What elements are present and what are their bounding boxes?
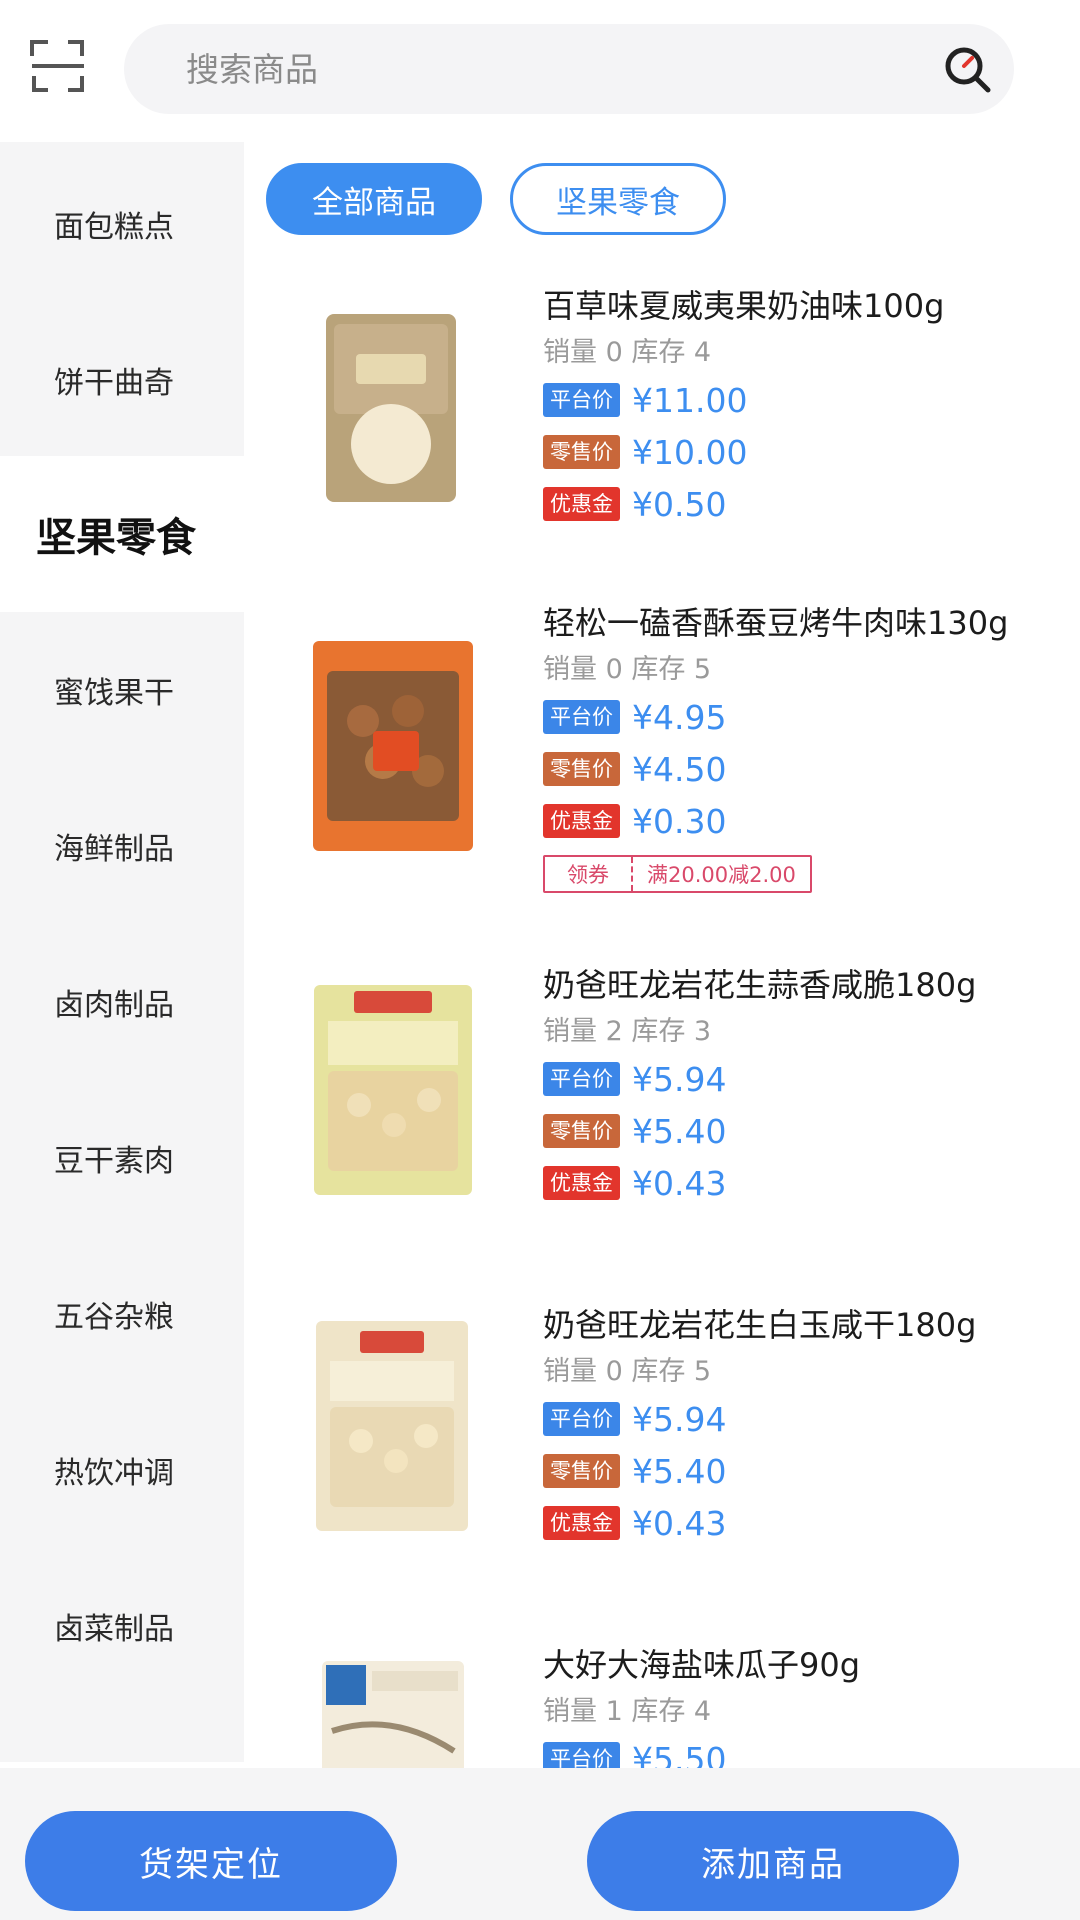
product-sales-stock: 销量 0 库存 5 [543,1356,712,1387]
platform-price-row: 平台价 ¥5.50 [543,1733,1080,1768]
product-image [313,641,473,851]
product-name: 轻松一磕香酥蚕豆烤牛肉味130g [543,604,1009,642]
product-sales-stock: 销量 1 库存 4 [543,1696,712,1727]
retail-price-row: 零售价 ¥5.40 [543,1105,1080,1157]
retail-price: ¥5.40 [632,1451,727,1491]
platform-price: ¥5.50 [632,1739,727,1769]
retail-price: ¥10.00 [632,432,748,472]
platform-price-row: 平台价 ¥5.94 [543,1053,1080,1105]
discount-tag: 优惠金 [543,1506,620,1540]
product-sales-stock: 销量 2 库存 3 [543,1016,712,1047]
sidebar-item-hot-drinks[interactable]: 热饮冲调 [0,1392,244,1548]
discount-row: 优惠金 ¥0.43 [543,1157,1080,1209]
retail-price-row: 零售价 ¥5.40 [543,1445,1080,1497]
product-image [322,1661,464,1768]
product-card[interactable]: 大好大海盐味瓜子90g 销量 1 库存 4 平台价 ¥5.50 [260,1643,1080,1768]
retail-price-row: 零售价 ¥4.50 [543,743,1080,795]
discount-amount: ¥0.43 [632,1503,727,1543]
platform-price-tag: 平台价 [543,383,620,417]
discount-amount: ¥0.50 [632,484,727,524]
retail-price-tag: 零售价 [543,1454,620,1488]
search-input[interactable] [186,24,886,114]
product-sales-stock: 销量 0 库存 4 [543,337,712,368]
sidebar-item-nuts[interactable]: 坚果零食 [0,456,244,612]
tab-all-products[interactable]: 全部商品 [266,163,482,235]
platform-price: ¥4.95 [632,697,727,737]
product-card[interactable]: 奶爸旺龙岩花生白玉咸干180g 销量 0 库存 5 平台价 ¥5.94 零售价 ¥5… [260,1303,1080,1583]
discount-tag: 优惠金 [543,487,620,521]
search-icon[interactable] [942,44,992,94]
retail-price-tag: 零售价 [543,435,620,469]
retail-price-tag: 零售价 [543,1114,620,1148]
discount-row: 优惠金 ¥0.50 [543,478,1080,530]
sidebar-item-tofu[interactable]: 豆干素肉 [0,1080,244,1236]
discount-tag: 优惠金 [543,1166,620,1200]
product-card[interactable]: 奶爸旺龙岩花生蒜香咸脆180g 销量 2 库存 3 平台价 ¥5.94 零售价 ¥5… [260,963,1080,1243]
sidebar-item-grains[interactable]: 五谷杂粮 [0,1236,244,1392]
sidebar-item-braised-meat[interactable]: 卤肉制品 [0,924,244,1080]
platform-price-row: 平台价 ¥4.95 [543,691,1080,743]
platform-price-tag: 平台价 [543,1062,620,1096]
retail-price-tag: 零售价 [543,752,620,786]
platform-price: ¥5.94 [632,1399,727,1439]
platform-price: ¥5.94 [632,1059,727,1099]
discount-amount: ¥0.30 [632,801,727,841]
product-card[interactable]: 百草味夏威夷果奶油味100g 销量 0 库存 4 平台价 ¥11.00 零售价 ¥1… [260,284,1080,564]
coupon-terms: 满20.00减2.00 [647,863,796,887]
category-sidebar: 面包糕点 饼干曲奇 坚果零食 蜜饯果干 海鲜制品 卤肉制品 豆干素肉 五谷杂粮 … [0,142,244,1762]
product-card[interactable]: 轻松一磕香酥蚕豆烤牛肉味130g 销量 0 库存 5 平台价 ¥4.95 零售价 ¥… [260,601,1080,901]
coupon-claim[interactable]: 领券 [545,857,633,891]
platform-price-row: 平台价 ¥11.00 [543,374,1080,426]
product-image [314,985,472,1195]
platform-price-tag: 平台价 [543,1742,620,1768]
product-name: 奶爸旺龙岩花生白玉咸干180g [543,1306,977,1344]
search-bar[interactable] [124,24,1014,114]
retail-price-row: 零售价 ¥10.00 [543,426,1080,478]
sidebar-item-braised-veg[interactable]: 卤菜制品 [0,1548,244,1704]
sidebar-item-seafood[interactable]: 海鲜制品 [0,768,244,924]
sidebar-item-dried-fruit[interactable]: 蜜饯果干 [0,612,244,768]
discount-row: 优惠金 ¥0.30 [543,795,1080,847]
scan-icon[interactable] [30,38,86,94]
discount-tag: 优惠金 [543,804,620,838]
product-image [316,1321,468,1531]
discount-amount: ¥0.43 [632,1163,727,1203]
platform-price: ¥11.00 [632,380,748,420]
top-bar [0,0,1080,140]
product-image [326,314,456,502]
product-sales-stock: 销量 0 库存 5 [543,654,712,685]
product-name: 奶爸旺龙岩花生蒜香咸脆180g [543,966,977,1004]
product-name: 百草味夏威夷果奶油味100g [543,287,945,325]
discount-row: 优惠金 ¥0.43 [543,1497,1080,1549]
product-name: 大好大海盐味瓜子90g [543,1646,861,1684]
coupon-badge[interactable]: 领券 满20.00减2.00 [543,855,812,893]
retail-price: ¥4.50 [632,749,727,789]
sidebar-item-bread[interactable]: 面包糕点 [0,146,244,302]
retail-price: ¥5.40 [632,1111,727,1151]
tab-nuts[interactable]: 坚果零食 [510,163,726,235]
shelf-locate-button[interactable]: 货架定位 [25,1811,397,1911]
add-product-button[interactable]: 添加商品 [587,1811,959,1911]
sidebar-item-biscuits[interactable]: 饼干曲奇 [0,302,244,458]
platform-price-row: 平台价 ¥5.94 [543,1393,1080,1445]
platform-price-tag: 平台价 [543,1402,620,1436]
platform-price-tag: 平台价 [543,700,620,734]
